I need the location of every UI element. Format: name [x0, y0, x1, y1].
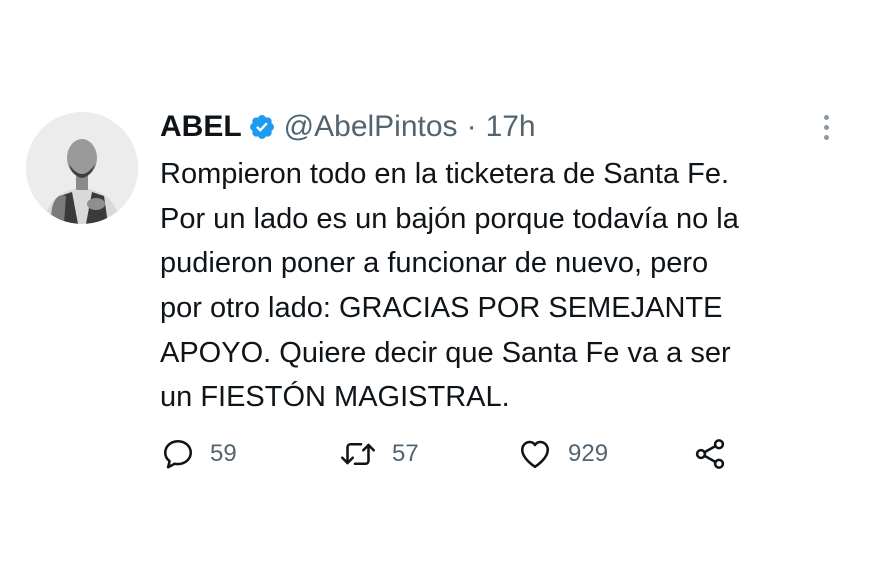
share-button[interactable]	[692, 432, 728, 476]
heart-icon	[520, 440, 550, 469]
more-dot	[823, 124, 829, 130]
retweet-icon	[340, 442, 376, 466]
tweet-text-line: un FIESTÓN MAGISTRAL.	[160, 381, 510, 414]
tweet-text-line: pudieron poner a funcionar de nuevo, per…	[160, 247, 709, 280]
more-dot	[823, 134, 829, 140]
like-count: 929	[568, 440, 609, 467]
reply-icon	[163, 439, 193, 469]
more-dot	[823, 114, 829, 120]
avatar[interactable]	[26, 112, 138, 224]
author-handle[interactable]: @AbelPintos	[284, 107, 458, 147]
tweet-header: ABEL @AbelPintos · 17h	[160, 107, 536, 147]
reply-count: 59	[210, 440, 237, 467]
tweet-actions: 59 57 929	[160, 432, 760, 476]
tweet-text-line: por otro lado: GRACIAS POR SEMEJANTE	[160, 292, 723, 325]
avatar-photo	[26, 112, 138, 224]
more-options-icon[interactable]	[812, 107, 840, 147]
verified-badge-icon	[248, 113, 276, 141]
retweet-count: 57	[392, 440, 419, 467]
tweet-text-line: APOYO. Quiere decir que Santa Fe va a se…	[160, 336, 731, 369]
tweet-text-line: Por un lado es un bajón porque todavía n…	[160, 202, 739, 235]
tweet-text-line: Rompieron todo en la ticketera de Santa …	[160, 158, 730, 190]
separator-dot: ·	[466, 110, 477, 143]
tweet-text: Rompieron todo en la ticketera de Santa …	[160, 152, 739, 420]
timestamp[interactable]: 17h	[486, 107, 536, 147]
reply-button[interactable]: 59	[160, 432, 237, 476]
tweet-card[interactable]: ABEL @AbelPintos · 17h Rompieron todo en…	[0, 0, 870, 580]
share-icon	[695, 439, 725, 469]
author-name[interactable]: ABEL	[160, 107, 242, 147]
like-button[interactable]: 929	[516, 432, 608, 476]
retweet-button[interactable]: 57	[338, 432, 419, 476]
